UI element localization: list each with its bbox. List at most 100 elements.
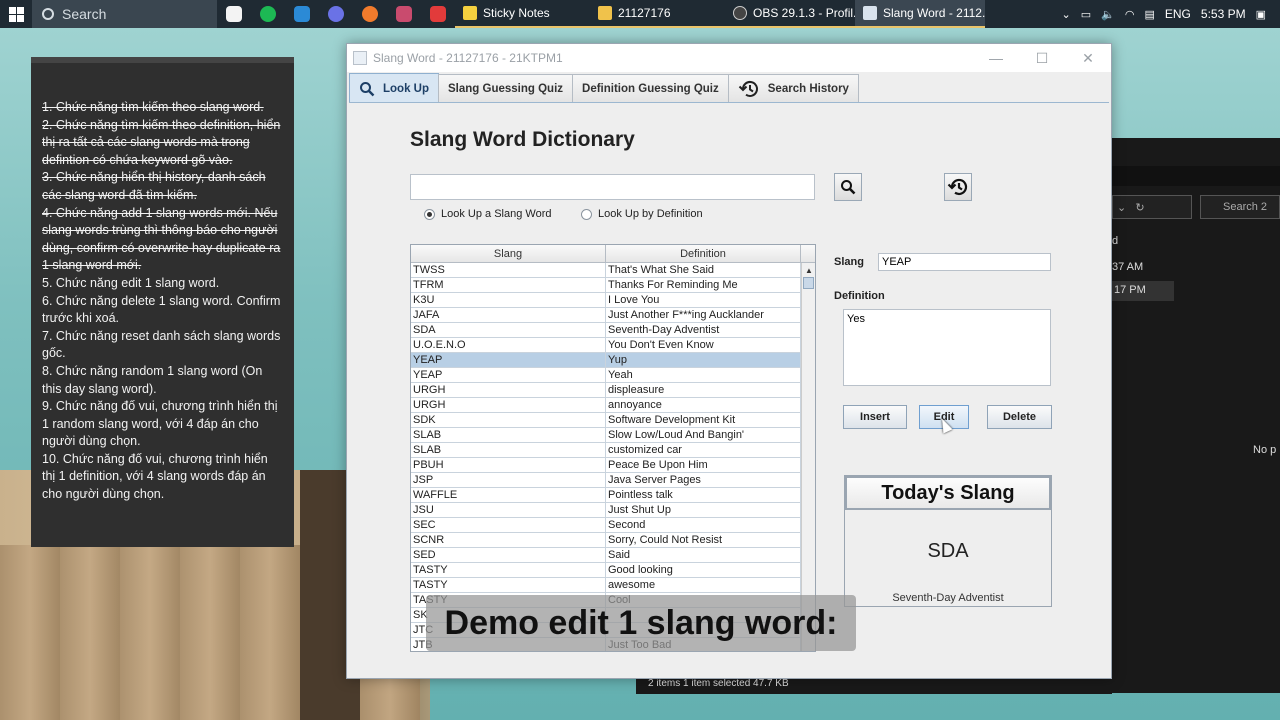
taskbar-app-slang-word[interactable]: Slang Word - 2112... (855, 0, 985, 28)
cell-definition: Peace Be Upon Him (606, 458, 801, 472)
table-scrollbar[interactable]: ▲ (801, 263, 815, 651)
folder-icon (598, 6, 612, 20)
java-app-icon (863, 6, 877, 20)
definition-textarea[interactable]: Yes (843, 309, 1051, 386)
explorer-row-time-selected[interactable]: 17 PM (1112, 281, 1174, 301)
cell-slang: SDK (411, 413, 606, 427)
table-row[interactable]: SDK Software Development Kit (411, 413, 801, 428)
table-row[interactable]: URGH displeasure (411, 383, 801, 398)
slang-table[interactable]: Slang Definition TWSS That's What She Sai… (410, 244, 816, 652)
table-row[interactable]: SDA Seventh-Day Adventist (411, 323, 801, 338)
table-row[interactable]: SEC Second (411, 518, 801, 533)
radio-look-up-definition[interactable]: Look Up by Definition (581, 208, 703, 220)
column-header-slang[interactable]: Slang (411, 245, 606, 262)
search-input[interactable] (410, 174, 815, 200)
table-row[interactable]: SED Said (411, 548, 801, 563)
spotify-icon[interactable] (251, 0, 285, 28)
cell-slang: JSU (411, 503, 606, 517)
wifi-icon[interactable]: ◠ (1125, 8, 1135, 21)
table-row[interactable]: URGH annoyance (411, 398, 801, 413)
todays-slang-title: Today's Slang (845, 476, 1051, 510)
maximize-button[interactable]: ☐ (1019, 44, 1065, 72)
photo-app-icon[interactable] (217, 0, 251, 28)
background-explorer-window[interactable]: ⌄ ↻ Search 2 d 37 AM 17 PM No p (1112, 138, 1280, 693)
note-line: 3. Chức năng hiển thị history, danh sách… (42, 170, 266, 202)
table-row[interactable]: SLAB Slow Low/Loud And Bangin' (411, 428, 801, 443)
radio-label: Look Up by Definition (598, 208, 703, 220)
battery-icon[interactable]: ▭ (1081, 8, 1091, 21)
table-row[interactable]: YEAP Yup (411, 353, 801, 368)
note-line: 2. Chức năng tìm kiếm theo definition, h… (42, 117, 281, 167)
table-row[interactable]: TASTY Good looking (411, 563, 801, 578)
table-row[interactable]: YEAP Yeah (411, 368, 801, 383)
table-row[interactable]: SCNR Sorry, Could Not Resist (411, 533, 801, 548)
sticky-notes-icon (463, 6, 477, 20)
tab-look-up[interactable]: Look Up (349, 73, 439, 103)
cell-slang: SLAB (411, 428, 606, 442)
minimize-button[interactable]: — (973, 44, 1019, 72)
cell-slang: SDA (411, 323, 606, 337)
search-button[interactable] (834, 173, 862, 201)
discord-icon[interactable] (319, 0, 353, 28)
todays-slang-panel: Today's Slang SDA Seventh-Day Adventist (844, 475, 1052, 607)
taskbar-app-sticky-notes[interactable]: Sticky Notes (455, 0, 590, 28)
history-icon (738, 80, 758, 97)
cell-definition: You Don't Even Know (606, 338, 801, 352)
history-button[interactable] (944, 173, 972, 201)
tab-label: Definition Guessing Quiz (582, 83, 719, 95)
speaker-icon[interactable]: 🔈 (1101, 8, 1115, 21)
sticky-note[interactable]: 1. Chức năng tìm kiếm theo slang word. 2… (31, 57, 294, 547)
delete-button[interactable]: Delete (987, 405, 1052, 429)
table-row[interactable]: JSP Java Server Pages (411, 473, 801, 488)
tab-definition-guessing-quiz[interactable]: Definition Guessing Quiz (572, 74, 729, 103)
cell-definition: Java Server Pages (606, 473, 801, 487)
keyboard-icon[interactable]: ▤ (1144, 8, 1154, 21)
chevron-up-icon[interactable]: ⌄ (1062, 8, 1071, 21)
slides-app-icon[interactable] (421, 0, 455, 28)
table-row[interactable]: TASTY awesome (411, 578, 801, 593)
cell-definition: customized car (606, 443, 801, 457)
note-line: 8. Chức năng random 1 slang word (On thi… (42, 363, 263, 396)
close-button[interactable]: ✕ (1065, 44, 1111, 72)
search-icon (360, 81, 375, 96)
table-row[interactable]: K3U I Love You (411, 293, 801, 308)
window-titlebar[interactable]: Slang Word - 21127176 - 21KTPM1 — ☐ ✕ (347, 44, 1111, 72)
tab-search-history[interactable]: Search History (727, 74, 859, 103)
vscode-icon[interactable] (285, 0, 319, 28)
table-row[interactable]: JSU Just Shut Up (411, 503, 801, 518)
table-row[interactable]: U.O.E.N.O You Don't Even Know (411, 338, 801, 353)
scroll-up-icon[interactable]: ▲ (802, 263, 815, 277)
taskbar-app-folder[interactable]: 21127176 (590, 0, 725, 28)
explorer-search-input[interactable]: Search 2 (1200, 195, 1280, 219)
insert-button[interactable]: Insert (843, 405, 907, 429)
slang-field[interactable] (878, 253, 1051, 271)
table-row[interactable]: TFRM Thanks For Reminding Me (411, 278, 801, 293)
firefox-icon[interactable] (353, 0, 387, 28)
radio-indicator (581, 208, 592, 220)
cell-slang: JSP (411, 473, 606, 487)
cell-slang: TASTY (411, 563, 606, 577)
cell-definition: Yeah (606, 368, 801, 382)
table-row[interactable]: WAFFLE Pointless talk (411, 488, 801, 503)
app-icon[interactable] (387, 0, 421, 28)
taskbar-search[interactable]: Search (32, 0, 217, 28)
taskbar-app-label: Sticky Notes (483, 6, 550, 20)
cell-definition: Just Another F***ing Aucklander (606, 308, 801, 322)
notification-icon[interactable]: ▣ (1256, 8, 1266, 21)
radio-look-up-slang[interactable]: Look Up a Slang Word (424, 208, 551, 220)
cell-slang: URGH (411, 398, 606, 412)
taskbar-app-obs[interactable]: OBS 29.1.3 - Profil... (725, 0, 855, 28)
explorer-address-bar[interactable]: ⌄ ↻ (1112, 195, 1192, 219)
table-row[interactable]: SLAB customized car (411, 443, 801, 458)
note-line: 7. Chức năng reset danh sách slang words… (42, 328, 281, 361)
language-indicator[interactable]: ENG (1165, 7, 1191, 21)
clock[interactable]: 5:53 PM (1201, 7, 1246, 21)
start-button[interactable] (0, 0, 32, 28)
table-row[interactable]: PBUH Peace Be Upon Him (411, 458, 801, 473)
table-row[interactable]: TWSS That's What She Said (411, 263, 801, 278)
scrollbar-thumb[interactable] (803, 277, 814, 289)
table-row[interactable]: JAFA Just Another F***ing Aucklander (411, 308, 801, 323)
column-header-definition[interactable]: Definition (606, 245, 801, 262)
tab-slang-guessing-quiz[interactable]: Slang Guessing Quiz (438, 74, 574, 103)
search-icon (42, 8, 54, 20)
